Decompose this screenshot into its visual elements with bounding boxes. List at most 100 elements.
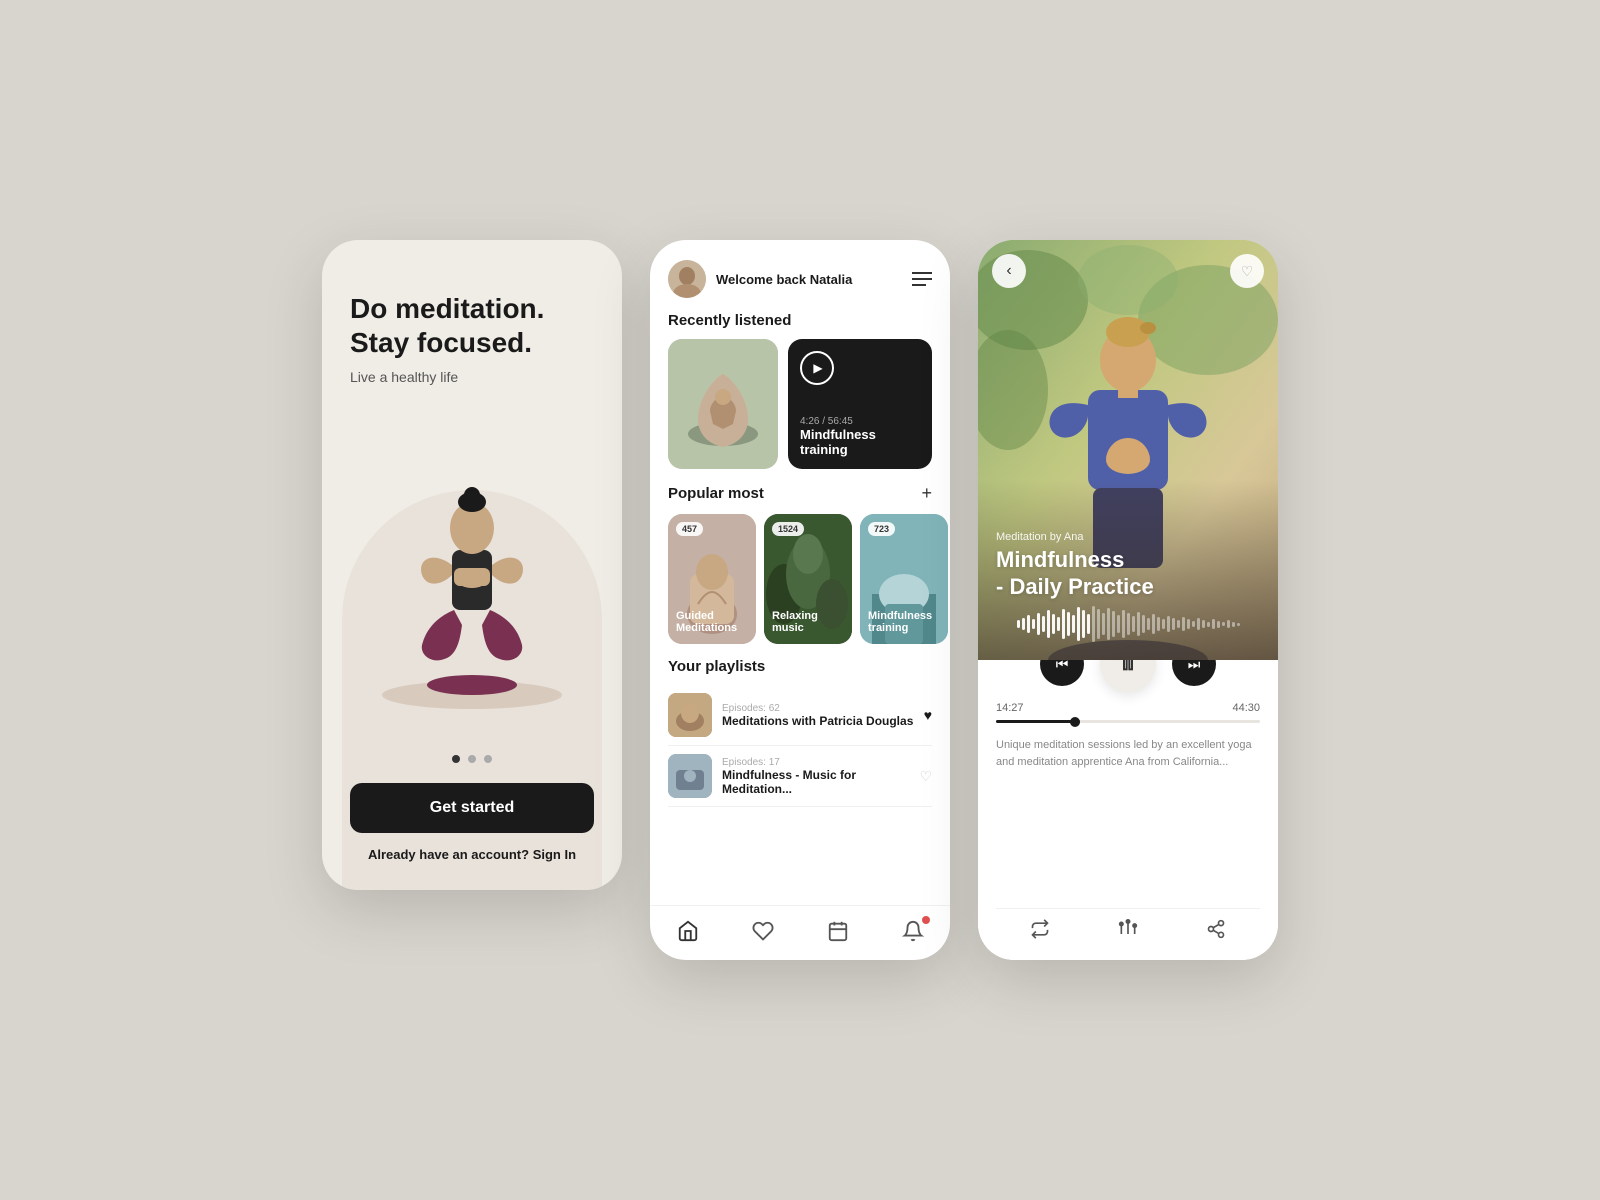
waveform-bar — [1127, 613, 1130, 635]
progress-bar[interactable] — [996, 720, 1260, 723]
waveform-bar — [1192, 621, 1195, 627]
waveform-bar — [1227, 620, 1230, 628]
playlist-item-2[interactable]: Episodes: 17 Mindfulness - Music for Med… — [668, 746, 932, 807]
welcome-text: Welcome back Natalia — [716, 272, 912, 287]
waveform-bar — [1132, 616, 1135, 632]
heart-nav-icon — [752, 920, 774, 942]
waveform-bar — [1087, 614, 1090, 634]
waveform-bar — [1237, 623, 1240, 626]
track-description: Unique meditation sessions led by an exc… — [996, 737, 1260, 898]
waveform-bar — [1222, 622, 1225, 626]
waveform-bar — [1112, 611, 1115, 637]
user-avatar[interactable] — [668, 260, 706, 298]
dot-3 — [484, 755, 492, 763]
waveform-bar — [1047, 610, 1050, 638]
dot-2 — [468, 755, 476, 763]
signin-prompt: Already have an account? Sign In — [350, 847, 594, 862]
nav-notifications[interactable] — [902, 920, 924, 942]
popular-badge-1: 457 — [676, 522, 703, 536]
popular-card-3[interactable]: 723 Mindfulness training — [860, 514, 948, 644]
back-button[interactable]: ‹ — [992, 254, 1026, 288]
playlist-1-image — [668, 693, 712, 737]
waveform-bar — [1157, 617, 1160, 631]
playlist-thumb-1 — [668, 693, 712, 737]
bottom-navigation — [650, 905, 950, 960]
waveform-bar — [1042, 616, 1045, 632]
dot-1 — [452, 755, 460, 763]
waveform-bar — [1082, 610, 1085, 638]
waveform-bar — [1027, 615, 1030, 633]
share-button[interactable] — [1206, 919, 1226, 944]
menu-button[interactable] — [912, 272, 932, 286]
popular-badge-2: 1524 — [772, 522, 804, 536]
playlist-heart-2[interactable]: ♡ — [919, 768, 932, 785]
get-started-button[interactable]: Get started — [350, 783, 594, 833]
now-playing-card[interactable]: 4:26 / 56:45 Mindfulness training — [788, 339, 932, 469]
waveform-bar — [1102, 613, 1105, 635]
play-button[interactable] — [800, 351, 834, 385]
playlist-info-1: Episodes: 62 Meditations with Patricia D… — [722, 703, 914, 728]
waveform-bar — [1072, 615, 1075, 633]
waveform-bar — [1122, 610, 1125, 638]
nav-calendar[interactable] — [827, 920, 849, 942]
time-total: 44:30 — [1232, 702, 1260, 714]
waveform-bar — [1202, 620, 1205, 628]
waveform-bar — [1232, 622, 1235, 627]
screen-onboarding: Do meditation. Stay focused. Live a heal… — [322, 240, 622, 890]
popular-label-2: Relaxing music — [772, 610, 844, 634]
playlist-name-1: Meditations with Patricia Douglas — [722, 714, 914, 728]
progress-times: 14:27 44:30 — [996, 702, 1260, 714]
repeat-button[interactable] — [1030, 919, 1050, 944]
track-info: Meditation by Ana Mindfulness - Daily Pr… — [996, 531, 1154, 600]
calendar-icon — [827, 920, 849, 942]
popular-card-1[interactable]: 457 Guided Meditations — [668, 514, 756, 644]
progress-fill — [996, 720, 1080, 723]
waveform-bar — [1212, 619, 1215, 629]
waveform-bar — [1167, 616, 1170, 632]
player-controls: ⏮ ⏭ 14:27 44:30 — [978, 660, 1278, 960]
yoga-illustration — [372, 440, 572, 720]
waveform-bar — [1177, 620, 1180, 628]
equalizer-button[interactable] — [1118, 919, 1138, 944]
playlists-section: Episodes: 62 Meditations with Patricia D… — [650, 685, 950, 905]
add-popular-button[interactable]: + — [921, 483, 932, 504]
waveform-bar — [1217, 621, 1220, 628]
playlists-title: Your playlists — [650, 658, 950, 685]
onboarding-title: Do meditation. Stay focused. — [350, 292, 594, 359]
nav-favorites[interactable] — [752, 920, 774, 942]
recent-image-card[interactable] — [668, 339, 778, 469]
avatar-image — [668, 260, 706, 298]
meditation-hand-image — [668, 339, 778, 469]
waveform-bar — [1187, 619, 1190, 629]
screen-home: Welcome back Natalia Recently listened — [650, 240, 950, 960]
nav-home[interactable] — [677, 920, 699, 942]
waveform-bar — [1107, 608, 1110, 640]
home-icon — [677, 920, 699, 942]
waveform-bar — [1097, 609, 1100, 639]
share-icon — [1206, 919, 1226, 939]
yoga-image-area — [350, 405, 594, 755]
popular-card-2[interactable]: 1524 Relaxing music — [764, 514, 852, 644]
waveform-bar — [1172, 618, 1175, 630]
playlist-episodes-2: Episodes: 17 — [722, 757, 909, 768]
playlist-info-2: Episodes: 17 Mindfulness - Music for Med… — [722, 757, 909, 796]
playing-time: 4:26 / 56:45 — [800, 416, 920, 427]
waveform-bar — [1052, 614, 1055, 634]
waveform-bar — [1092, 606, 1095, 642]
popular-header: Popular most + — [650, 483, 950, 514]
recently-listened-section: 4:26 / 56:45 Mindfulness training — [650, 339, 950, 483]
playlist-thumb-2 — [668, 754, 712, 798]
pagination-dots — [350, 755, 594, 763]
playlist-item-1[interactable]: Episodes: 62 Meditations with Patricia D… — [668, 685, 932, 746]
waveform-bar — [1067, 612, 1070, 636]
bell-icon — [902, 920, 924, 942]
favorite-button[interactable]: ♡ — [1230, 254, 1264, 288]
waveform-bar — [1162, 619, 1165, 629]
popular-badge-3: 723 — [868, 522, 895, 536]
playlist-name-2: Mindfulness - Music for Meditation... — [722, 768, 909, 796]
popular-cards-list: 457 Guided Meditations 1524 R — [650, 514, 950, 658]
recently-listened-title: Recently listened — [650, 312, 950, 339]
playlist-heart-1[interactable]: ♥ — [924, 707, 932, 723]
waveform-bar — [1117, 615, 1120, 633]
popular-label-3: Mindfulness training — [868, 610, 940, 634]
